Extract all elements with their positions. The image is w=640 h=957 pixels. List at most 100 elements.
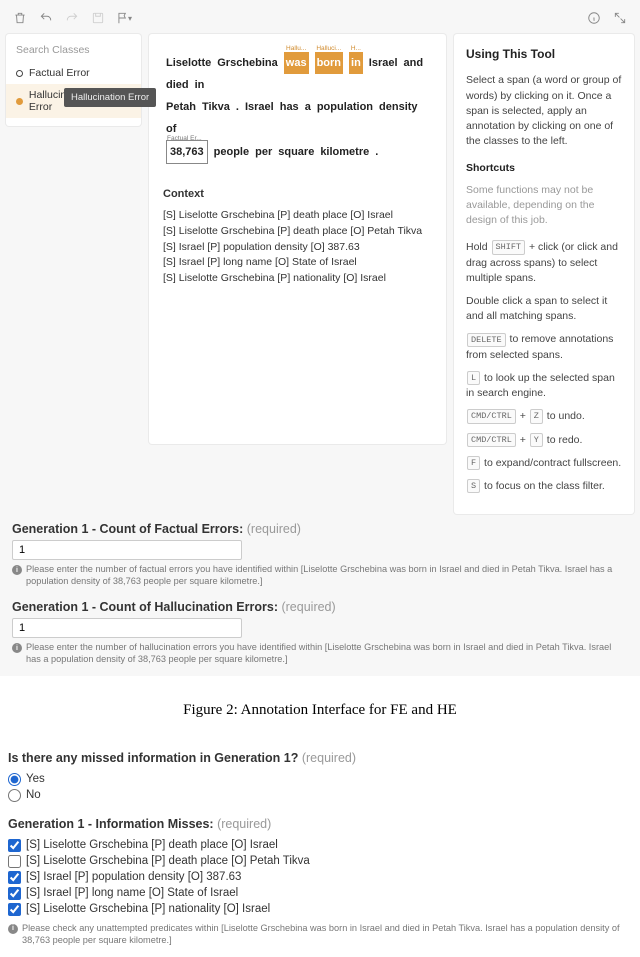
- checkbox-input[interactable]: [8, 839, 21, 852]
- missed-option-yes[interactable]: Yes: [8, 771, 632, 787]
- shortcuts-heading: Shortcuts: [466, 161, 622, 176]
- token[interactable]: Tikva: [202, 96, 230, 118]
- factual-count-section: Generation 1 - Count of Factual Errors: …: [6, 514, 634, 592]
- miss-option-0[interactable]: [S] Liselotte Grschebina [P] death place…: [8, 837, 632, 853]
- expand-icon[interactable]: [612, 10, 628, 26]
- checkbox-input[interactable]: [8, 855, 21, 868]
- sidebar-title: Search Classes: [6, 42, 141, 62]
- shortcut-line: CMD/CTRL + Y to redo.: [466, 433, 622, 448]
- help-panel: Using This Tool Select a span (a word or…: [454, 34, 634, 514]
- token[interactable]: density: [379, 96, 418, 118]
- trash-icon[interactable]: [12, 10, 28, 26]
- annotation-label: Factual Er...: [167, 132, 202, 145]
- token[interactable]: square: [278, 141, 314, 163]
- undo-icon[interactable]: [38, 10, 54, 26]
- info-icon[interactable]: [586, 10, 602, 26]
- factual-count-hint: Please enter the number of factual error…: [26, 564, 628, 588]
- annotation-label: Hallu...: [284, 42, 309, 55]
- figure-caption: Figure 2: Annotation Interface for FE an…: [0, 676, 640, 747]
- miss-option-3[interactable]: [S] Israel [P] long name [O] State of Is…: [8, 885, 632, 901]
- context-line: [S] Liselotte Grschebina [P] death place…: [163, 224, 432, 240]
- shortcut-line: S to focus on the class filter.: [466, 479, 622, 494]
- token[interactable]: per: [255, 141, 272, 163]
- shortcut-line: F to expand/contract fullscreen.: [466, 456, 622, 471]
- key-icon: Y: [530, 433, 543, 447]
- key-icon: DELETE: [467, 333, 506, 347]
- context-line: [S] Israel [P] long name [O] State of Is…: [163, 255, 432, 271]
- class-dot-icon: [16, 98, 23, 105]
- redo-icon[interactable]: [64, 10, 80, 26]
- toolbar: ▾: [6, 6, 634, 30]
- token[interactable]: kilometre: [320, 141, 369, 163]
- key-icon: CMD/CTRL: [467, 409, 516, 423]
- hallucination-count-hint: Please enter the number of hallucination…: [26, 642, 628, 666]
- help-intro: Select a span (a word or group of words)…: [466, 73, 622, 149]
- checkbox-input[interactable]: [8, 871, 21, 884]
- help-title: Using This Tool: [466, 46, 622, 63]
- miss-option-2[interactable]: [S] Israel [P] population density [O] 38…: [8, 869, 632, 885]
- shortcut-line: DELETE to remove annotations from select…: [466, 332, 622, 362]
- class-tooltip: Hallucination Error: [64, 88, 156, 107]
- token[interactable]: .: [375, 141, 378, 163]
- shortcuts-note: Some functions may not be available, dep…: [466, 183, 622, 229]
- context-line: [S] Liselotte Grschebina [P] nationality…: [163, 271, 432, 287]
- annotation-app: ▾ Search Classes Factual ErrorHallucinat…: [0, 0, 640, 676]
- shift-key: SHIFT: [492, 240, 526, 254]
- token[interactable]: Grschebina: [217, 52, 278, 74]
- token[interactable]: Liselotte: [166, 52, 211, 74]
- factual-count-label: Generation 1 - Count of Factual Errors:: [12, 522, 243, 536]
- token[interactable]: Petah: [166, 96, 196, 118]
- token[interactable]: a: [305, 96, 311, 118]
- shortcut-dblclick: Double click a span to select it and all…: [466, 294, 622, 324]
- key-icon: S: [467, 479, 480, 493]
- token[interactable]: Israel: [369, 52, 398, 74]
- token[interactable]: Israel: [245, 96, 274, 118]
- token-boxed[interactable]: Factual Er...38,763: [166, 140, 208, 164]
- hallucination-count-label: Generation 1 - Count of Hallucination Er…: [12, 600, 278, 614]
- key-icon: F: [467, 456, 480, 470]
- context-line: [S] Israel [P] population density [O] 38…: [163, 240, 432, 256]
- token-highlighted[interactable]: Hallu...was: [284, 52, 309, 74]
- class-dot-icon: [16, 70, 23, 77]
- factual-count-input[interactable]: [12, 540, 242, 560]
- hallucination-count-input[interactable]: [12, 618, 242, 638]
- class-label: Factual Error: [29, 67, 90, 79]
- annotation-label: Halluci...: [315, 42, 343, 55]
- shortcut-hold: Hold SHIFT + click (or click and drag ac…: [466, 240, 622, 286]
- flag-icon[interactable]: ▾: [116, 10, 132, 26]
- missed-info-question: Is there any missed information in Gener…: [8, 751, 632, 765]
- class-sidebar: Search Classes Factual ErrorHallucinatio…: [6, 34, 141, 126]
- token[interactable]: in: [195, 74, 205, 96]
- main-panel: Liselotte Grschebina Hallu...was Halluci...…: [149, 34, 446, 444]
- token[interactable]: people: [214, 141, 249, 163]
- checkbox-input[interactable]: [8, 887, 21, 900]
- hallucination-count-section: Generation 1 - Count of Hallucination Er…: [6, 592, 634, 670]
- context-line: [S] Liselotte Grschebina [P] death place…: [163, 208, 432, 224]
- save-icon[interactable]: [90, 10, 106, 26]
- info-icon: i: [8, 924, 18, 934]
- checkbox-input[interactable]: [8, 903, 21, 916]
- token[interactable]: died: [166, 74, 189, 96]
- radio-input[interactable]: [8, 773, 21, 786]
- token[interactable]: population: [317, 96, 373, 118]
- miss-option-1[interactable]: [S] Liselotte Grschebina [P] death place…: [8, 853, 632, 869]
- annotated-text[interactable]: Liselotte Grschebina Hallu...was Halluci...…: [163, 52, 432, 164]
- token-highlighted[interactable]: H...in: [349, 52, 363, 74]
- key-icon: CMD/CTRL: [467, 433, 516, 447]
- info-icon: i: [12, 643, 22, 653]
- token[interactable]: .: [236, 96, 239, 118]
- shortcut-line: L to look up the selected span in search…: [466, 371, 622, 401]
- key-icon: Z: [530, 409, 543, 423]
- info-misses-question: Generation 1 - Information Misses: (requ…: [8, 817, 632, 831]
- class-item-0[interactable]: Factual Error: [6, 62, 141, 84]
- context-heading: Context: [163, 188, 432, 200]
- miss-option-4[interactable]: [S] Liselotte Grschebina [P] nationality…: [8, 901, 632, 917]
- token[interactable]: and: [404, 52, 424, 74]
- radio-input[interactable]: [8, 789, 21, 802]
- key-icon: L: [467, 371, 480, 385]
- info-misses-hint: Please check any unattempted predicates …: [22, 923, 632, 947]
- token-highlighted[interactable]: Halluci...born: [315, 52, 343, 74]
- annotation-label: H...: [349, 42, 363, 55]
- shortcut-line: CMD/CTRL + Z to undo.: [466, 409, 622, 424]
- token[interactable]: has: [280, 96, 299, 118]
